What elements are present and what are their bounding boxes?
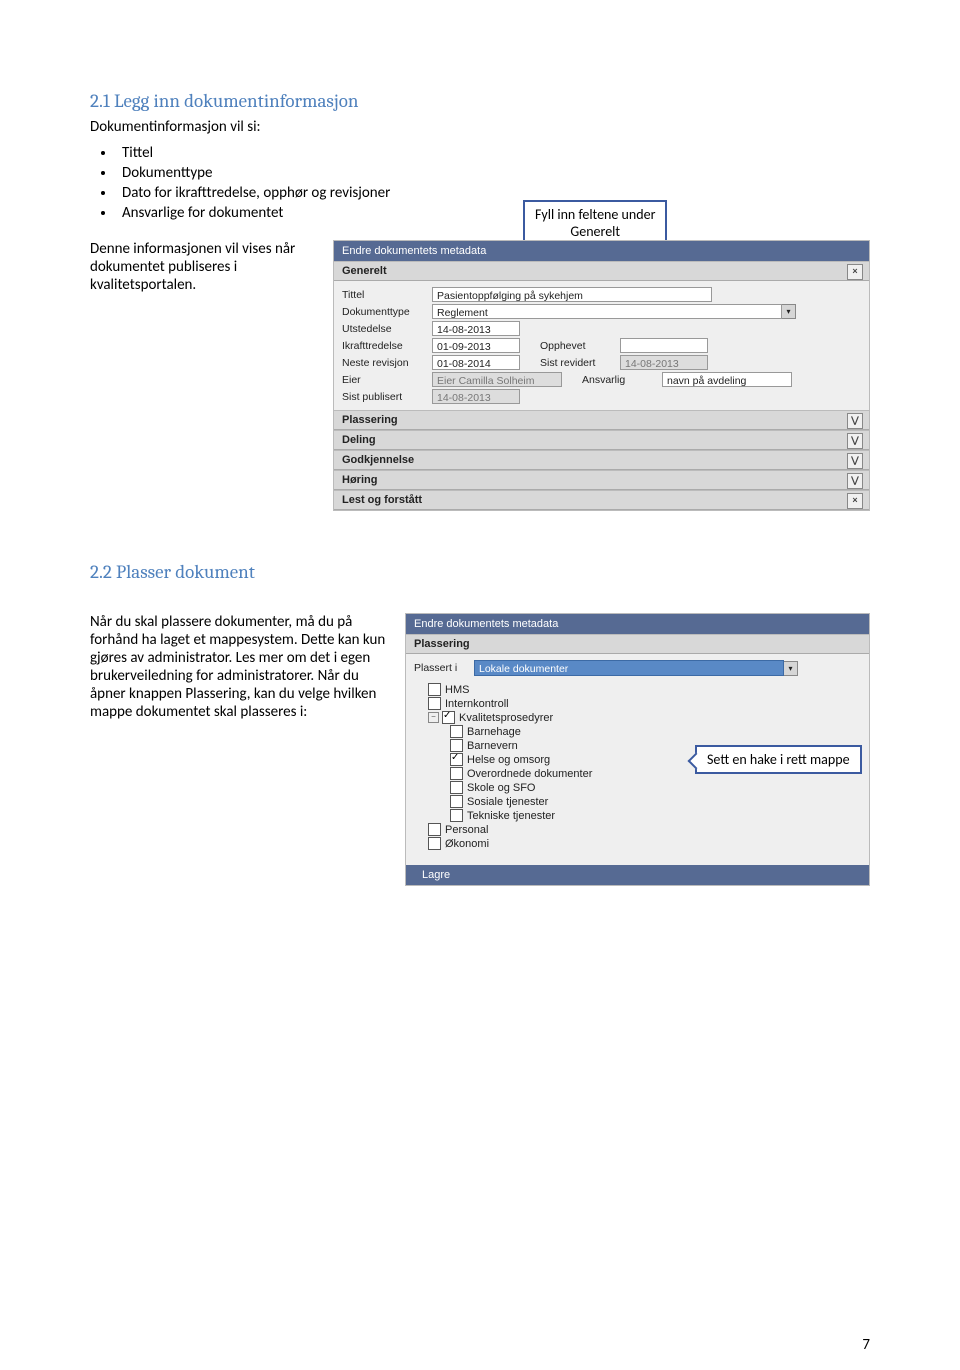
tree-checkbox[interactable] xyxy=(442,711,455,724)
tree-checkbox[interactable] xyxy=(450,809,463,822)
dialog-title: Endre dokumentets metadata xyxy=(342,245,486,257)
section-horing-label: Høring xyxy=(342,474,377,486)
label-sist-revidert: Sist revidert xyxy=(540,357,620,369)
section-deling[interactable]: Deling ⋁ xyxy=(334,430,869,450)
label-dokumenttype: Dokumenttype xyxy=(342,306,432,318)
tree-checkbox[interactable] xyxy=(450,795,463,808)
input-ansvarlig[interactable]: navn på avdeling xyxy=(662,372,792,387)
tree-item[interactable]: Tekniske tjenester xyxy=(420,809,855,822)
tree-checkbox[interactable] xyxy=(428,823,441,836)
save-button[interactable]: Lagre xyxy=(412,867,460,883)
section-generelt[interactable]: Generelt × xyxy=(334,261,869,281)
tree-item-label: HMS xyxy=(445,684,469,696)
input-utstedelse[interactable]: 14-08-2013 xyxy=(432,321,520,336)
section-plassering[interactable]: Plassering xyxy=(406,634,869,654)
label-plassert-i: Plassert i xyxy=(414,662,474,674)
chevron-down-icon[interactable]: ▾ xyxy=(782,304,796,319)
section-plassering[interactable]: Plassering ⋁ xyxy=(334,410,869,430)
tree-item-label: Internkontroll xyxy=(445,698,509,710)
section-deling-label: Deling xyxy=(342,434,376,446)
input-opphevet[interactable] xyxy=(620,338,708,353)
section-generelt-label: Generelt xyxy=(342,265,387,277)
bullet-item: Dato for ikrafttredelse, opphør og revis… xyxy=(116,184,870,202)
heading-2-2: 2.2 Plasser dokument xyxy=(90,561,870,583)
tree-item-label: Overordnede dokumenter xyxy=(467,768,592,780)
section-expand-icon[interactable]: ⋁ xyxy=(847,433,863,449)
input-eier: Eier Camilla Solheim xyxy=(432,372,562,387)
dropdown-plassert-i[interactable]: Lokale dokumenter xyxy=(474,660,784,676)
tree-item[interactable]: Internkontroll xyxy=(420,697,855,710)
bullet-item: Dokumenttype xyxy=(116,164,870,182)
section-collapse-icon[interactable]: × xyxy=(847,264,863,280)
section-godkjennelse[interactable]: Godkjennelse ⋁ xyxy=(334,450,869,470)
paragraph-2-1: Denne informasjonen vil vises når dokume… xyxy=(90,240,315,294)
label-opphevet: Opphevet xyxy=(540,340,620,352)
section-lest-forstatt[interactable]: Lest og forstått × xyxy=(334,490,869,510)
callout-line-1: Fyll inn feltene under xyxy=(535,206,655,223)
bullet-item: Ansvarlige for dokumentet xyxy=(116,204,870,222)
tree-item[interactable]: − Kvalitetsprosedyrer xyxy=(420,711,855,724)
input-sist-revidert: 14-08-2013 xyxy=(620,355,708,370)
tree-checkbox[interactable] xyxy=(450,725,463,738)
section-horing[interactable]: Høring ⋁ xyxy=(334,470,869,490)
input-tittel[interactable]: Pasientoppfølging på sykehjem xyxy=(432,287,712,302)
section-plassering-label: Plassering xyxy=(342,414,398,426)
tree-item[interactable]: Personal xyxy=(420,823,855,836)
tree-item-label: Helse og omsorg xyxy=(467,754,550,766)
paragraph-2-2: Når du skal plassere dokumenter, må du p… xyxy=(90,613,395,886)
tree-item-label: Personal xyxy=(445,824,488,836)
callout-text: Sett en hake i rett mappe xyxy=(707,751,850,768)
input-ikrafttredelse[interactable]: 01-09-2013 xyxy=(432,338,520,353)
input-sist-publisert: 14-08-2013 xyxy=(432,389,520,404)
screenshot-metadata-dialog: Endre dokumentets metadata Generelt × Ti… xyxy=(333,240,870,511)
tree-checkbox[interactable] xyxy=(428,837,441,850)
tree-item-label: Kvalitetsprosedyrer xyxy=(459,712,553,724)
label-ikrafttredelse: Ikrafttredelse xyxy=(342,340,432,352)
dialog-titlebar: Endre dokumentets metadata xyxy=(406,614,869,634)
section-expand-icon[interactable]: ⋁ xyxy=(847,413,863,429)
tree-item-label: Sosiale tjenester xyxy=(467,796,548,808)
bullet-item: Tittel xyxy=(116,144,870,162)
chevron-down-icon[interactable]: ▾ xyxy=(784,661,798,676)
heading-2-1: 2.1 Legg inn dokumentinformasjon xyxy=(90,90,870,112)
section-godkjennelse-label: Godkjennelse xyxy=(342,454,414,466)
label-utstedelse: Utstedelse xyxy=(342,323,432,335)
tree-item[interactable]: HMS xyxy=(420,683,855,696)
tree-checkbox[interactable] xyxy=(450,753,463,766)
dialog-footer: Lagre xyxy=(406,865,869,885)
tree-item-label: Økonomi xyxy=(445,838,489,850)
tree-checkbox[interactable] xyxy=(428,683,441,696)
input-neste-revisjon[interactable]: 01-08-2014 xyxy=(432,355,520,370)
page-number: 7 xyxy=(862,1336,870,1354)
tree-item[interactable]: Skole og SFO xyxy=(420,781,855,794)
callout-check: Sett en hake i rett mappe xyxy=(695,745,862,774)
intro-text: Dokumentinformasjon vil si: xyxy=(90,118,870,136)
tree-checkbox[interactable] xyxy=(450,767,463,780)
tree-checkbox[interactable] xyxy=(428,697,441,710)
section-expand-icon[interactable]: ⋁ xyxy=(847,453,863,469)
input-dokumenttype[interactable]: Reglement xyxy=(432,304,782,319)
label-tittel: Tittel xyxy=(342,289,432,301)
dialog-titlebar: Endre dokumentets metadata xyxy=(334,241,869,261)
tree-item[interactable]: Sosiale tjenester xyxy=(420,795,855,808)
section-lest-label: Lest og forstått xyxy=(342,494,422,506)
section-expand-icon[interactable]: ⋁ xyxy=(847,473,863,489)
tree-item-label: Barnehage xyxy=(467,726,521,738)
tree-item[interactable]: Økonomi xyxy=(420,837,855,850)
tree-item[interactable]: Barnehage xyxy=(420,725,855,738)
tree-collapse-icon[interactable]: − xyxy=(428,712,439,723)
tree-checkbox[interactable] xyxy=(450,739,463,752)
section-plassering-label: Plassering xyxy=(414,638,470,650)
dialog-title: Endre dokumentets metadata xyxy=(414,618,558,630)
section-collapse-icon[interactable]: × xyxy=(847,493,863,509)
label-neste-revisjon: Neste revisjon xyxy=(342,357,432,369)
label-ansvarlig: Ansvarlig xyxy=(582,374,662,386)
bullet-list: Tittel Dokumenttype Dato for ikrafttrede… xyxy=(116,144,870,222)
tree-item-label: Barnevern xyxy=(467,740,518,752)
label-eier: Eier xyxy=(342,374,432,386)
tree-item-label: Skole og SFO xyxy=(467,782,535,794)
tree-checkbox[interactable] xyxy=(450,781,463,794)
label-sist-publisert: Sist publisert xyxy=(342,391,432,403)
tree-item-label: Tekniske tjenester xyxy=(467,810,555,822)
